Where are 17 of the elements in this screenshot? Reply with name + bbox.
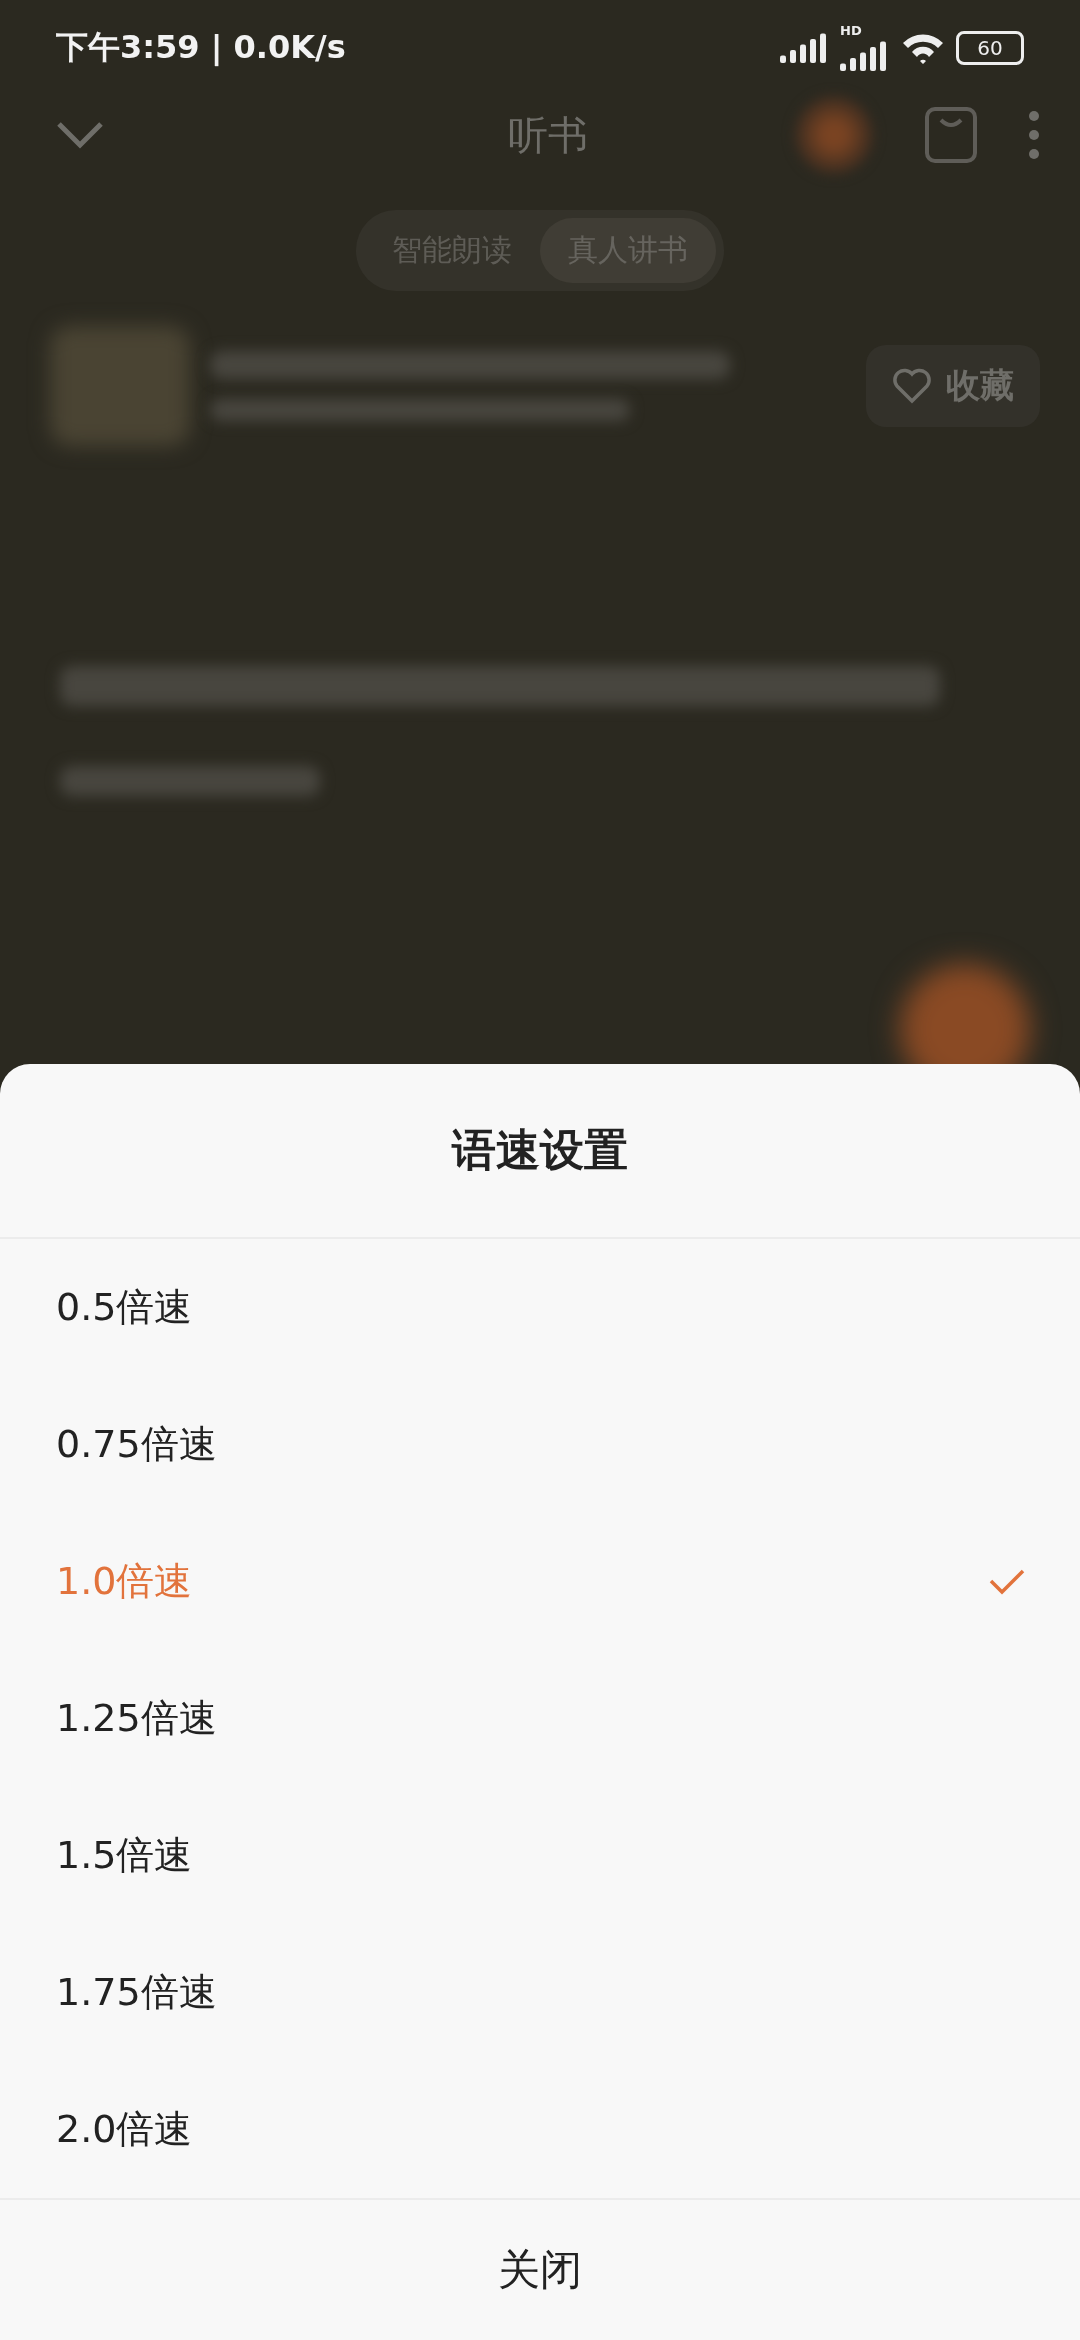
heart-icon <box>892 368 932 404</box>
page-title: 听书 <box>507 110 588 160</box>
status-time: 下午3:59 | 0.0K/s <box>56 26 346 68</box>
check-icon <box>989 1568 1025 1595</box>
more-icon[interactable] <box>1028 110 1040 160</box>
speed-option[interactable]: 0.75倍速 <box>0 1376 1080 1513</box>
collapse-icon[interactable] <box>55 120 105 150</box>
network-label: HD <box>840 24 862 37</box>
battery-icon: 60 <box>956 30 1024 65</box>
speed-option[interactable]: 2.0倍速 <box>0 2061 1080 2198</box>
shopping-bag-icon[interactable] <box>924 106 978 164</box>
speed-option[interactable]: 1.25倍速 <box>0 1650 1080 1787</box>
sheet-title: 语速设置 <box>0 1064 1080 1239</box>
speed-option[interactable]: 1.75倍速 <box>0 1924 1080 2061</box>
close-button[interactable]: 关闭 <box>0 2200 1080 2340</box>
speed-option[interactable]: 0.5倍速 <box>0 1239 1080 1376</box>
speed-option[interactable]: 1.5倍速 <box>0 1787 1080 1924</box>
